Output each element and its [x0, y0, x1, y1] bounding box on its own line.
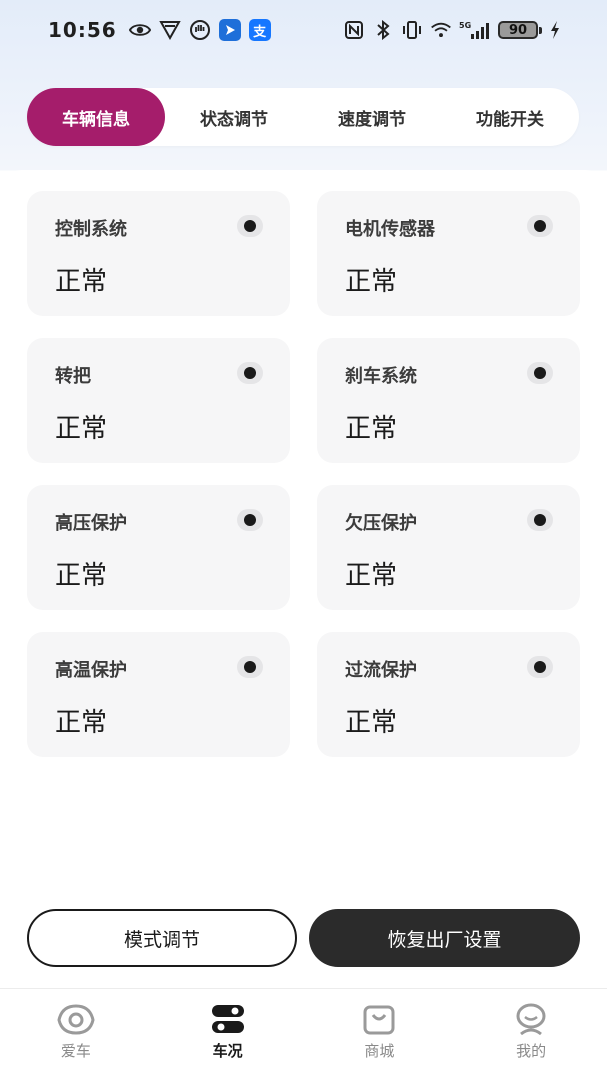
status-card-control-system: 控制系统 正常	[27, 191, 290, 316]
status-dot-icon	[237, 656, 263, 678]
tab-vehicle-info[interactable]: 车辆信息	[27, 88, 165, 146]
card-value: 正常	[55, 561, 108, 591]
nav-label: 车况	[212, 1042, 243, 1060]
battery-indicator: 90	[498, 21, 542, 39]
status-dot-icon	[237, 362, 263, 384]
card-title: 刹车系统	[345, 366, 417, 387]
alipay-icon: 支	[248, 19, 271, 41]
eye-icon	[128, 19, 151, 41]
card-value: 正常	[345, 708, 398, 738]
tab-status-adjust[interactable]: 状态调节	[165, 88, 303, 146]
status-dot-icon	[527, 362, 553, 384]
card-value: 正常	[55, 414, 108, 444]
status-dot-icon	[527, 215, 553, 237]
card-title: 欠压保护	[345, 513, 417, 534]
shopping-bag-icon	[359, 1003, 399, 1035]
status-dot-icon	[237, 215, 263, 237]
bottom-nav: 爱车 车况 商城 我的	[0, 988, 607, 1080]
vibrate-icon	[401, 19, 423, 41]
battery-tip	[539, 26, 542, 34]
signal-icon: 5G	[459, 19, 491, 41]
status-card-motor-sensor: 电机传感器 正常	[317, 191, 580, 316]
hand-icon	[189, 19, 211, 41]
status-card-overvoltage: 高压保护 正常	[27, 485, 290, 610]
card-value: 正常	[345, 414, 398, 444]
network-type-label: 5G	[459, 21, 471, 30]
nfc-icon	[343, 19, 365, 41]
card-title: 转把	[55, 366, 91, 387]
app-screen: 10:56 支 5G 90 车辆信息 状态调节 速度调节 功能开关 控制系统 正…	[0, 0, 607, 1080]
status-card-overcurrent: 过流保护 正常	[317, 632, 580, 757]
tab-function-switch[interactable]: 功能开关	[441, 88, 579, 146]
wifi-icon	[430, 19, 452, 41]
status-card-undervoltage: 欠压保护 正常	[317, 485, 580, 610]
card-value: 正常	[345, 561, 398, 591]
status-card-overheat: 高温保护 正常	[27, 632, 290, 757]
status-card-grid: 控制系统 正常 电机传感器 正常 转把 正常 刹车系统 正常 高压保护 正常 欠…	[27, 191, 580, 757]
app-arrow-icon	[218, 19, 241, 41]
nav-label: 爱车	[60, 1042, 91, 1060]
nav-label: 我的	[516, 1042, 547, 1060]
card-title: 控制系统	[55, 219, 127, 240]
status-time: 10:56	[48, 18, 117, 42]
nav-item-vehicle-status[interactable]: 车况	[152, 989, 304, 1080]
status-dot-icon	[237, 509, 263, 531]
car-eye-icon	[56, 1003, 96, 1035]
profile-icon	[511, 1003, 551, 1036]
status-card-brake-system: 刹车系统 正常	[317, 338, 580, 463]
card-title: 高温保护	[55, 660, 127, 681]
nav-item-my-car[interactable]: 爱车	[0, 989, 152, 1080]
card-value: 正常	[55, 267, 108, 297]
nav-label: 商城	[364, 1042, 395, 1060]
nav-item-profile[interactable]: 我的	[455, 989, 607, 1080]
card-value: 正常	[345, 267, 398, 297]
status-card-throttle: 转把 正常	[27, 338, 290, 463]
card-title: 过流保护	[345, 660, 417, 681]
tab-speed-adjust[interactable]: 速度调节	[303, 88, 441, 146]
card-value: 正常	[55, 708, 108, 738]
bluetooth-icon	[372, 19, 394, 41]
charging-icon	[549, 19, 561, 41]
top-tab-bar: 车辆信息 状态调节 速度调节 功能开关	[27, 88, 579, 146]
status-left: 10:56 支	[48, 18, 271, 42]
status-dot-icon	[527, 509, 553, 531]
status-right: 5G 90	[343, 19, 561, 41]
battery-level: 90	[498, 21, 538, 39]
factory-reset-button[interactable]: 恢复出厂设置	[309, 909, 580, 967]
status-bar: 10:56 支 5G 90	[0, 0, 607, 60]
nav-item-mall[interactable]: 商城	[304, 989, 456, 1080]
status-toggle-icon	[208, 1003, 248, 1035]
status-dot-icon	[527, 656, 553, 678]
card-title: 高压保护	[55, 513, 127, 534]
mode-adjust-button[interactable]: 模式调节	[27, 909, 297, 967]
vpn-shield-icon	[158, 19, 181, 41]
card-title: 电机传感器	[345, 219, 435, 240]
